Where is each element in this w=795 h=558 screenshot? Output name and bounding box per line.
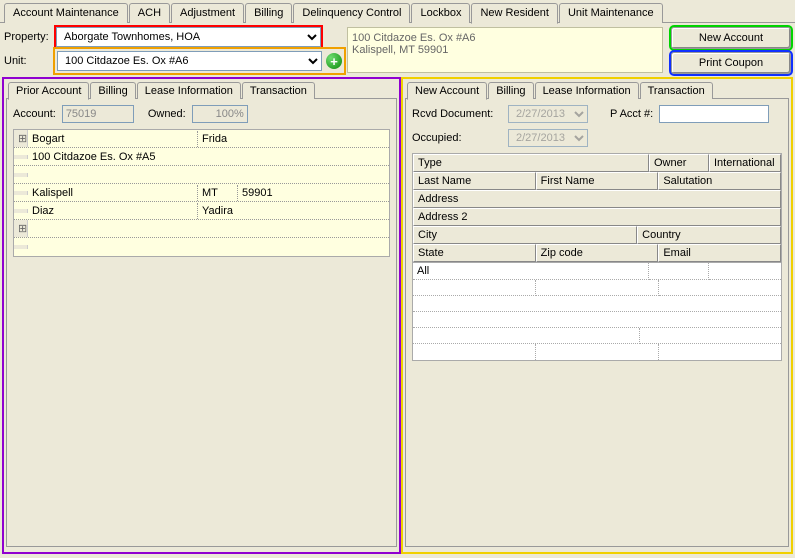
tab-lockbox[interactable]: Lockbox [411, 3, 470, 23]
rcvd-doc-date: 2/27/2013 [508, 105, 588, 123]
col-country[interactable]: Country [637, 226, 781, 244]
account-field [62, 105, 134, 123]
owned-label: Owned: [148, 108, 186, 120]
tab-body: Property: Aborgate Townhomes, HOA Unit: … [0, 22, 795, 558]
account-label: Account: [13, 108, 56, 120]
occupied-label: Occupied: [412, 132, 502, 144]
expand-spacer [14, 191, 28, 195]
col-lastname[interactable]: Last Name [413, 172, 536, 190]
tab-account-maintenance[interactable]: Account Maintenance [4, 3, 128, 23]
expand-spacer [14, 173, 28, 177]
unit-select[interactable]: 100 Citdazoe Es. Ox #A6 [57, 51, 322, 71]
col-owner[interactable]: Owner [649, 154, 709, 172]
expand-icon[interactable]: ⊞ [14, 220, 28, 237]
col-intl[interactable]: International [709, 154, 781, 172]
pacct-label: P Acct #: [610, 108, 653, 120]
col-type[interactable]: Type [413, 154, 649, 172]
tab-new-resident[interactable]: New Resident [471, 3, 557, 24]
grid-cell-empty[interactable] [28, 227, 389, 231]
tab-billing[interactable]: Billing [245, 3, 292, 23]
grid-cell-address1[interactable]: 100 Citdazoe Es. Ox #A5 [28, 149, 389, 165]
prior-account-grid: ⊞ Bogart Frida 100 Citdazoe Es. Ox #A5 [13, 129, 390, 257]
grid-cell-lastname[interactable]: Bogart [28, 131, 198, 147]
address-line2: Kalispell, MT 59901 [352, 44, 658, 56]
data-cell-owner[interactable] [649, 263, 709, 280]
data-cell[interactable] [536, 344, 659, 360]
col-address[interactable]: Address [413, 190, 781, 208]
data-cell[interactable] [659, 280, 781, 296]
subtab-lease-info-left[interactable]: Lease Information [137, 82, 241, 99]
rcvd-doc-label: Rcvd Document: [412, 108, 502, 120]
col-salutation[interactable]: Salutation [658, 172, 781, 190]
property-select[interactable]: Aborgate Townhomes, HOA [56, 27, 321, 47]
prior-account-panel: Prior Account Billing Lease Information … [4, 79, 399, 552]
col-zip[interactable]: Zip code [536, 244, 659, 262]
address-line1: 100 Citdazoe Es. Ox #A6 [352, 32, 658, 44]
add-unit-icon[interactable]: + [326, 53, 342, 69]
address-preview: 100 Citdazoe Es. Ox #A6 Kalispell, MT 59… [347, 27, 663, 73]
print-coupon-button[interactable]: Print Coupon [671, 52, 791, 74]
grid-cell-address2[interactable] [28, 173, 389, 177]
data-cell[interactable] [536, 280, 659, 296]
tab-delinquency-control[interactable]: Delinquency Control [293, 3, 410, 23]
data-cell-intl[interactable] [709, 263, 781, 280]
expand-icon[interactable]: ⊞ [14, 130, 28, 147]
unit-label: Unit: [4, 55, 56, 67]
grid-cell-state[interactable]: MT [198, 185, 238, 201]
grid-cell-firstname[interactable]: Frida [198, 131, 389, 147]
data-cell[interactable] [413, 280, 536, 296]
grid-cell-empty[interactable] [28, 245, 389, 249]
data-cell[interactable] [413, 296, 781, 312]
tab-unit-maintenance[interactable]: Unit Maintenance [559, 3, 663, 23]
data-cell[interactable] [659, 344, 781, 360]
col-city[interactable]: City [413, 226, 637, 244]
new-account-button[interactable]: New Account [671, 27, 791, 49]
occupied-date: 2/27/2013 [508, 129, 588, 147]
main-tab-strip: Account Maintenance ACH Adjustment Billi… [0, 0, 795, 22]
subtab-prior-account[interactable]: Prior Account [8, 82, 89, 100]
grid-cell-zip[interactable]: 59901 [238, 185, 389, 201]
data-cell[interactable] [413, 344, 536, 360]
owned-field [192, 105, 248, 123]
grid-cell-lastname2[interactable]: Diaz [28, 203, 198, 219]
col-email[interactable]: Email [658, 244, 781, 262]
tab-ach[interactable]: ACH [129, 3, 170, 23]
expand-spacer [14, 245, 28, 249]
new-account-grid: Type Owner International Last Name First… [412, 153, 782, 361]
data-cell[interactable] [413, 328, 640, 344]
subtab-lease-info-right[interactable]: Lease Information [535, 82, 639, 99]
data-cell[interactable] [640, 328, 781, 344]
expand-spacer [14, 155, 28, 159]
data-cell-type[interactable]: All [413, 263, 649, 280]
subtab-billing-right[interactable]: Billing [488, 82, 533, 99]
property-label: Property: [4, 31, 56, 43]
subtab-transaction-left[interactable]: Transaction [242, 82, 315, 99]
data-cell[interactable] [413, 312, 781, 328]
col-address2[interactable]: Address 2 [413, 208, 781, 226]
tab-adjustment[interactable]: Adjustment [171, 3, 244, 23]
new-account-panel: New Account Billing Lease Information Tr… [403, 79, 791, 552]
grid-cell-firstname2[interactable]: Yadira [198, 203, 389, 219]
col-state[interactable]: State [413, 244, 536, 262]
expand-spacer [14, 209, 28, 213]
subtab-transaction-right[interactable]: Transaction [640, 82, 713, 99]
subtab-new-account[interactable]: New Account [407, 82, 487, 100]
grid-cell-city[interactable]: Kalispell [28, 185, 198, 201]
pacct-field[interactable] [659, 105, 769, 123]
subtab-billing-left[interactable]: Billing [90, 82, 135, 99]
col-firstname[interactable]: First Name [536, 172, 659, 190]
